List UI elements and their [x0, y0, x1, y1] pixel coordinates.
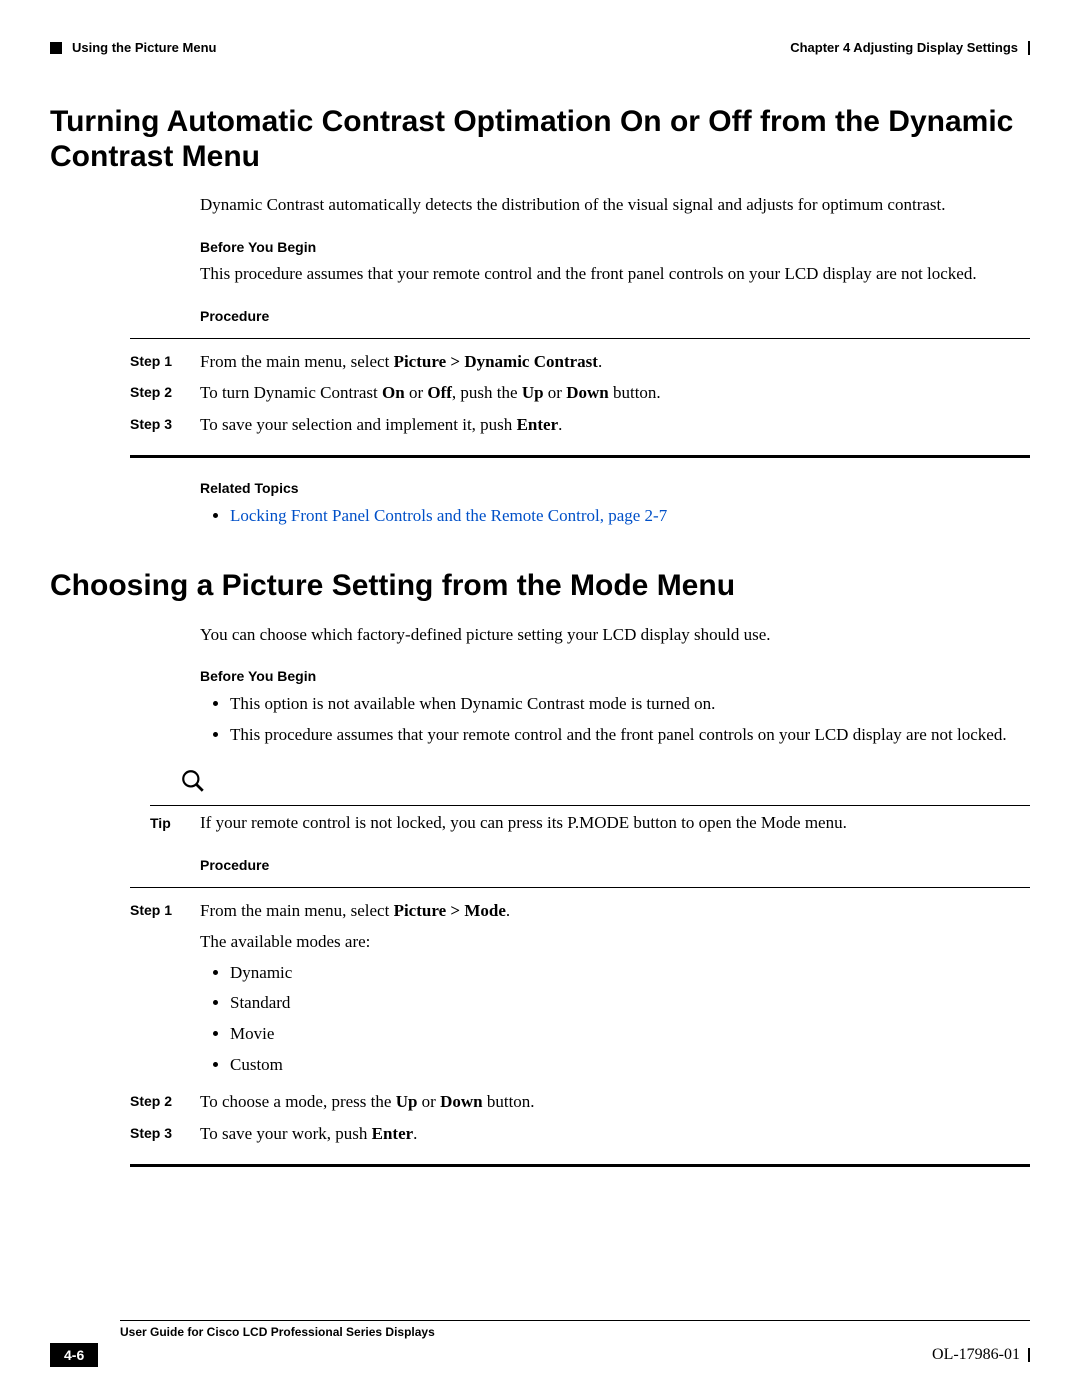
step-text: From the main menu, select Picture > Dyn… [200, 349, 1030, 375]
section1-procedure-label: Procedure [200, 308, 1030, 324]
step-label: Step 3 [130, 412, 200, 438]
header-right: Chapter 4 Adjusting Display Settings [790, 40, 1030, 55]
tip-icon-row [180, 768, 1030, 799]
rule [130, 455, 1030, 458]
section1-before-text: This procedure assumes that your remote … [200, 263, 1030, 286]
section1-steps: Step 1From the main menu, select Picture… [130, 338, 1030, 459]
step-text: To choose a mode, press the Up or Down b… [200, 1089, 1030, 1115]
footer-book-title: User Guide for Cisco LCD Professional Se… [120, 1325, 435, 1339]
page-header: Using the Picture Menu Chapter 4 Adjusti… [50, 40, 1030, 55]
list-item: Movie [230, 1022, 1030, 1047]
tip-label: Tip [150, 815, 200, 831]
section2-intro: You can choose which factory-defined pic… [200, 624, 1030, 647]
step-row: Step 1From the main menu, select Picture… [130, 898, 1030, 1084]
step-label: Step 2 [130, 1089, 200, 1115]
section2-steps: Step 1From the main menu, select Picture… [130, 887, 1030, 1168]
magnifier-icon [180, 768, 206, 794]
list-item: Standard [230, 991, 1030, 1016]
rule [130, 338, 1030, 339]
page-number: 4-6 [50, 1343, 98, 1367]
related-link[interactable]: Locking Front Panel Controls and the Rem… [230, 504, 1030, 529]
section1-body: Dynamic Contrast automatically detects t… [200, 194, 1030, 324]
step-row: Step 2To choose a mode, press the Up or … [130, 1089, 1030, 1115]
footer-bar-icon [1028, 1348, 1030, 1362]
list-item: This procedure assumes that your remote … [230, 723, 1030, 748]
rule [130, 887, 1030, 888]
section1-before-label: Before You Begin [200, 239, 1030, 255]
related-topics-label: Related Topics [200, 480, 1030, 496]
step-text: To turn Dynamic Contrast On or Off, push… [200, 380, 1030, 406]
section2-body: You can choose which factory-defined pic… [200, 624, 1030, 748]
section2-before-bullets: This option is not available when Dynami… [200, 692, 1030, 747]
tip-block: Tip If your remote control is not locked… [150, 768, 1030, 835]
tip-text: If your remote control is not locked, yo… [200, 812, 847, 835]
header-bar-icon [1028, 41, 1030, 55]
step-label: Step 1 [130, 898, 200, 1084]
list-item: Dynamic [230, 961, 1030, 986]
step-row: Step 1From the main menu, select Picture… [130, 349, 1030, 375]
footer-doc-id: OL-17986-01 [932, 1346, 1020, 1364]
footer-rule [120, 1320, 1030, 1321]
step-label: Step 2 [130, 380, 200, 406]
tip-row: Tip If your remote control is not locked… [150, 812, 1030, 835]
step-text: To save your selection and implement it,… [200, 412, 1030, 438]
step-text: From the main menu, select Picture > Mod… [200, 898, 1030, 1084]
section1-intro: Dynamic Contrast automatically detects t… [200, 194, 1030, 217]
step-row: Step 2To turn Dynamic Contrast On or Off… [130, 380, 1030, 406]
header-breadcrumb: Using the Picture Menu [72, 40, 216, 55]
section2-title: Choosing a Picture Setting from the Mode… [50, 569, 1030, 604]
section1-title: Turning Automatic Contrast Optimation On… [50, 105, 1030, 174]
header-chapter: Chapter 4 Adjusting Display Settings [790, 40, 1018, 55]
section2-procedure: Procedure [200, 857, 1030, 873]
step-row: Step 3To save your selection and impleme… [130, 412, 1030, 438]
step-text: To save your work, push Enter. [200, 1121, 1030, 1147]
list-item: This option is not available when Dynami… [230, 692, 1030, 717]
step-label: Step 1 [130, 349, 200, 375]
header-square-icon [50, 42, 62, 54]
rule [130, 1164, 1030, 1167]
section2-before-label: Before You Begin [200, 668, 1030, 684]
header-left: Using the Picture Menu [50, 40, 216, 55]
section1-related: Related Topics Locking Front Panel Contr… [200, 480, 1030, 529]
list-item: Custom [230, 1053, 1030, 1078]
page-footer: User Guide for Cisco LCD Professional Se… [50, 1320, 1030, 1367]
step-row: Step 3To save your work, push Enter. [130, 1121, 1030, 1147]
related-link-text[interactable]: Locking Front Panel Controls and the Rem… [230, 506, 667, 525]
step-label: Step 3 [130, 1121, 200, 1147]
page: Using the Picture Menu Chapter 4 Adjusti… [0, 0, 1080, 1397]
section2-procedure-label: Procedure [200, 857, 1030, 873]
rule [150, 805, 1030, 806]
